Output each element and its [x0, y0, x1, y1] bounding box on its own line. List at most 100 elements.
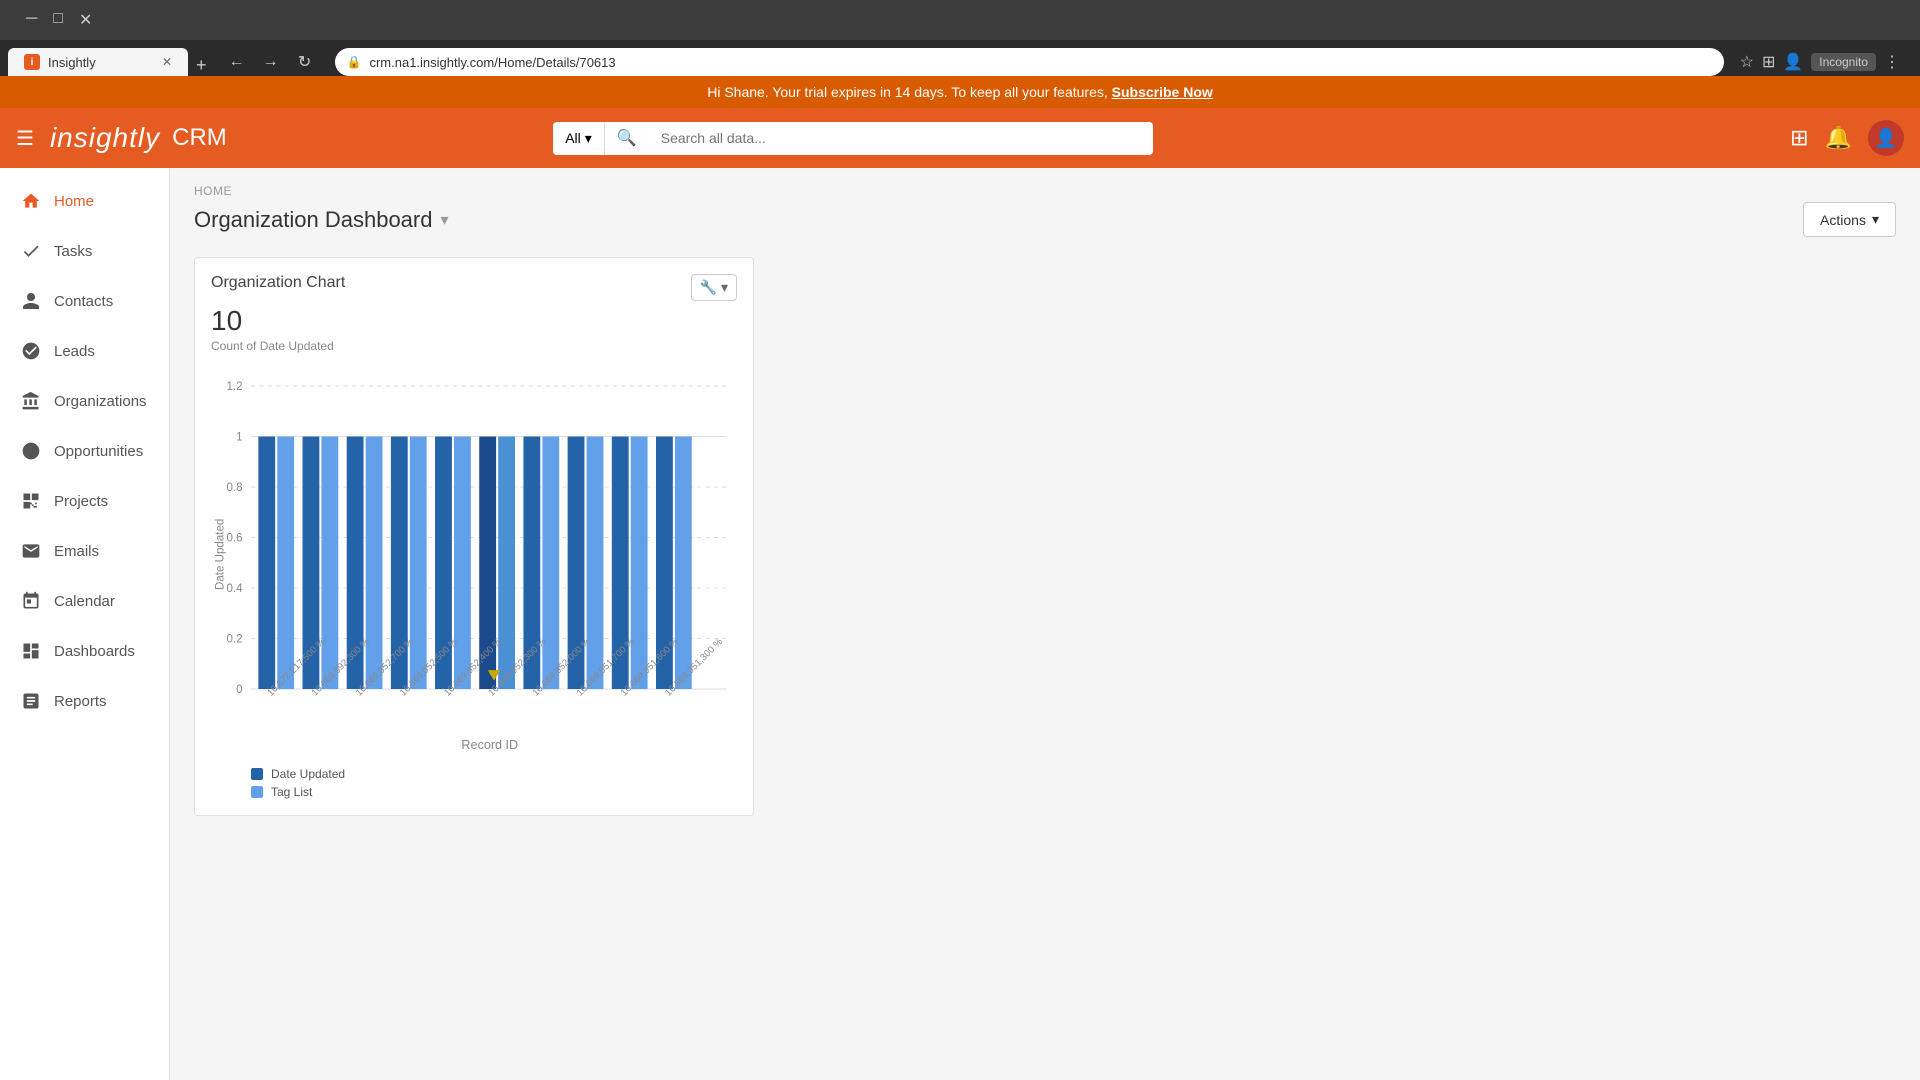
bar-light-1	[277, 437, 294, 689]
dashboards-icon	[20, 640, 42, 662]
bar-light-2	[321, 437, 338, 689]
sidebar-item-contacts[interactable]: Contacts	[0, 276, 169, 326]
browser-action-icons: ☆ ⊞ 👤 Incognito ⋮	[1740, 52, 1900, 72]
bar-light-3	[366, 437, 383, 689]
logo-area: insightly CRM	[50, 122, 227, 154]
bookmark-icon[interactable]: ☆	[1740, 52, 1754, 72]
logo-text: insightly	[50, 122, 160, 154]
chart-card: Organization Chart 🔧 ▾ 1 0 Count of Date …	[194, 257, 754, 816]
bar-dark-1	[258, 437, 275, 689]
actions-button[interactable]: Actions ▾	[1803, 202, 1896, 237]
profile-icon[interactable]: 👤	[1783, 52, 1803, 72]
contacts-icon	[20, 290, 42, 312]
bar-light-6	[498, 437, 515, 689]
chart-subtitle: Count of Date Updated	[211, 339, 737, 353]
active-tab[interactable]: i Insightly ✕	[8, 48, 188, 76]
svg-text:0: 0	[236, 684, 242, 696]
page-title: Organization Dashboard ▾	[194, 207, 449, 233]
wrench-icon: 🔧	[700, 279, 717, 296]
hamburger-menu-icon[interactable]: ☰	[16, 126, 34, 151]
sidebar-label-emails: Emails	[54, 543, 99, 560]
app-body: Home Tasks Contacts Leads Organizations	[0, 168, 1920, 1080]
sidebar-item-emails[interactable]: Emails	[0, 526, 169, 576]
window-controls[interactable]: ─ □ ✕	[26, 10, 92, 30]
add-icon[interactable]: ⊞	[1790, 125, 1808, 151]
tab-close-button[interactable]: ✕	[162, 55, 172, 69]
orgs-icon	[20, 390, 42, 412]
legend-item-tag-list: Tag List	[251, 785, 737, 799]
back-button[interactable]: ←	[223, 48, 251, 76]
forward-button[interactable]: →	[257, 48, 285, 76]
bar-light-7	[542, 437, 559, 689]
sidebar-label-opportunities: Opportunities	[54, 443, 143, 460]
menu-icon[interactable]: ⋮	[1884, 52, 1900, 72]
breadcrumb: HOME	[194, 184, 1896, 198]
page-title-dropdown-icon[interactable]: ▾	[440, 210, 448, 230]
search-input[interactable]	[649, 122, 1153, 154]
svg-text:1: 1	[236, 432, 242, 444]
user-avatar[interactable]: 👤	[1868, 120, 1904, 156]
svg-text:0.2: 0.2	[226, 634, 242, 646]
settings-dropdown-icon: ▾	[721, 279, 728, 296]
app-header: ☰ insightly CRM All ▾ 🔍 ⊞ 🔔 👤	[0, 108, 1920, 168]
home-icon	[20, 190, 42, 212]
trial-banner: Hi Shane. Your trial expires in 14 days.…	[0, 76, 1920, 108]
sidebar-item-calendar[interactable]: Calendar	[0, 576, 169, 626]
sidebar-item-tasks[interactable]: Tasks	[0, 226, 169, 276]
reload-button[interactable]: ↻	[291, 48, 319, 76]
chart-area: 1.2 1 0.8 0.6 0.4 0.2 0 Date	[211, 365, 737, 799]
sidebar-item-projects[interactable]: Projects	[0, 476, 169, 526]
actions-label: Actions	[1820, 212, 1866, 228]
svg-text:0.4: 0.4	[226, 583, 243, 595]
browser-tab-bar: i Insightly ✕ + ← → ↻ 🔒 crm.na1.insightl…	[0, 40, 1920, 76]
chart-settings-button[interactable]: 🔧 ▾	[691, 274, 737, 301]
projects-icon	[20, 490, 42, 512]
leads-icon	[20, 340, 42, 362]
sidebar-item-opportunities[interactable]: Opportunities	[0, 426, 169, 476]
tasks-icon	[20, 240, 42, 262]
legend-label-date-updated: Date Updated	[271, 767, 345, 781]
sidebar-label-leads: Leads	[54, 343, 95, 360]
minimize-icon[interactable]: ─	[26, 10, 37, 30]
bar-light-4	[410, 437, 427, 689]
maximize-icon[interactable]: □	[53, 10, 63, 30]
tab-favicon: i	[24, 54, 40, 70]
dropdown-arrow-icon: ▾	[585, 130, 592, 147]
header-action-icons: ⊞ 🔔 👤	[1790, 120, 1904, 156]
new-tab-button[interactable]: +	[196, 55, 207, 76]
bar-light-5	[454, 437, 471, 689]
sidebar-label-dashboards: Dashboards	[54, 643, 135, 660]
emails-icon	[20, 540, 42, 562]
bar-light-9	[631, 437, 648, 689]
reports-icon	[20, 690, 42, 712]
chart-legend: Date Updated Tag List	[251, 767, 737, 799]
page-title-area: Organization Dashboard ▾ Actions ▾	[194, 202, 1896, 237]
bar-chart-svg: 1.2 1 0.8 0.6 0.4 0.2 0 Date	[211, 365, 737, 754]
avatar-icon: 👤	[1875, 128, 1897, 149]
svg-text:Record ID: Record ID	[461, 738, 518, 752]
legend-item-date-updated: Date Updated	[251, 767, 737, 781]
svg-text:Date Updated: Date Updated	[215, 519, 227, 590]
sidebar-label-home: Home	[54, 193, 94, 210]
subscribe-link[interactable]: Subscribe Now	[1112, 84, 1213, 100]
search-bar[interactable]: All ▾ 🔍	[553, 122, 1153, 155]
search-icon: 🔍	[605, 128, 649, 148]
svg-text:0.8: 0.8	[226, 482, 242, 494]
search-filter-dropdown[interactable]: All ▾	[553, 122, 605, 155]
sidebar-label-tasks: Tasks	[54, 243, 92, 260]
sidebar-item-dashboards[interactable]: Dashboards	[0, 626, 169, 676]
close-icon[interactable]: ✕	[79, 10, 92, 30]
sidebar-item-leads[interactable]: Leads	[0, 326, 169, 376]
url-bar[interactable]: 🔒 crm.na1.insightly.com/Home/Details/706…	[335, 48, 1724, 76]
actions-caret-icon: ▾	[1872, 211, 1879, 228]
sidebar-label-projects: Projects	[54, 493, 108, 510]
browser-window-controls: ─ □ ✕	[0, 0, 1920, 40]
sidebar-item-organizations[interactable]: Organizations	[0, 376, 169, 426]
sidebar-item-home[interactable]: Home	[0, 176, 169, 226]
notifications-icon[interactable]: 🔔	[1825, 125, 1852, 151]
sidebar-label-reports: Reports	[54, 693, 107, 710]
extension-icon[interactable]: ⊞	[1762, 52, 1775, 72]
sidebar-item-reports[interactable]: Reports	[0, 676, 169, 726]
search-dropdown-label: All	[565, 130, 581, 146]
chart-header: Organization Chart 🔧 ▾	[211, 274, 737, 301]
